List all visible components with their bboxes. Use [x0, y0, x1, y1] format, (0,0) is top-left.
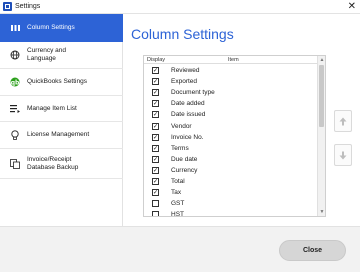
item-label: Total — [171, 178, 185, 185]
sidebar-item-column-settings[interactable]: Column Settings — [0, 14, 123, 42]
scroll-thumb[interactable] — [319, 65, 324, 127]
display-checkbox[interactable] — [152, 78, 159, 86]
sidebar-item-label: Currency and Language — [27, 47, 67, 62]
item-label: Document type — [171, 89, 215, 97]
sidebar: Column Settings Currency and Language qb… — [0, 14, 123, 226]
columns-icon — [10, 23, 20, 33]
table-row: Currency — [144, 165, 317, 176]
item-label: HST — [171, 211, 184, 217]
sidebar-item-quickbooks-settings[interactable]: qb QuickBooks Settings — [0, 69, 123, 96]
table-row: Invoice No. — [144, 132, 317, 143]
quickbooks-icon: qb — [10, 77, 20, 87]
column-table: Display Item Reviewed Exported Document ty… — [143, 55, 326, 217]
page-title: Column Settings — [131, 26, 234, 42]
table-row: Due date — [144, 154, 317, 165]
item-label: Vendor — [171, 122, 192, 130]
item-label: Due date — [171, 155, 198, 163]
table-row: Reviewed — [144, 65, 317, 76]
sidebar-item-label: Manage Item List — [27, 104, 77, 112]
display-checkbox[interactable] — [152, 166, 159, 174]
table-row: Total — [144, 176, 317, 187]
table-row: Vendor — [144, 121, 317, 132]
display-checkbox[interactable] — [152, 200, 159, 208]
table-row: Tax — [144, 187, 317, 198]
table-row: Date issued — [144, 109, 317, 120]
column-header-item: Item — [228, 57, 239, 63]
table-row: Exported — [144, 76, 317, 87]
database-icon — [10, 158, 20, 169]
move-down-button[interactable] — [334, 144, 352, 166]
item-label: Terms — [171, 144, 189, 152]
sidebar-item-label: License Management — [27, 131, 90, 138]
item-label: Invoice No. — [171, 133, 204, 141]
close-button[interactable]: Close — [279, 240, 346, 261]
globe-icon — [10, 50, 20, 60]
display-checkbox[interactable] — [152, 100, 159, 108]
license-icon — [10, 130, 20, 140]
sidebar-item-database-backup[interactable]: Invoice/Receipt Database Backup — [0, 149, 123, 179]
display-checkbox[interactable] — [152, 178, 159, 185]
sidebar-item-manage-item-list[interactable]: Manage Item List — [0, 96, 123, 122]
window-close-icon[interactable]: ✕ — [348, 1, 356, 12]
item-label: Currency — [171, 166, 198, 174]
sidebar-item-label: Invoice/Receipt Database Backup — [27, 155, 79, 171]
sidebar-item-currency-language[interactable]: Currency and Language — [0, 42, 123, 69]
table-row: Date added — [144, 98, 317, 109]
display-checkbox[interactable] — [152, 122, 159, 130]
scroll-up-icon[interactable]: ▲ — [319, 57, 325, 63]
table-row: HST — [144, 209, 317, 217]
display-checkbox[interactable] — [152, 67, 159, 74]
display-checkbox[interactable] — [152, 144, 159, 152]
table-row: GST — [144, 198, 317, 209]
app-icon — [3, 2, 12, 11]
column-header-display: Display — [147, 57, 166, 63]
table-row: Terms — [144, 143, 317, 154]
move-up-button[interactable] — [334, 110, 352, 132]
window-title: Settings — [15, 3, 41, 10]
item-label: Exported — [171, 78, 198, 86]
item-label: GST — [171, 200, 185, 208]
display-checkbox[interactable] — [152, 133, 159, 141]
svg-text:qb: qb — [11, 79, 20, 86]
title-bar: Settings ✕ — [0, 0, 360, 14]
display-checkbox[interactable] — [152, 155, 159, 163]
item-label: Reviewed — [171, 67, 200, 74]
sidebar-item-label: Column Settings — [27, 23, 75, 31]
arrow-up-icon — [339, 117, 347, 125]
list-icon — [10, 104, 20, 114]
item-label: Date added — [171, 100, 205, 108]
item-label: Tax — [171, 189, 182, 197]
table-header: Display Item — [144, 56, 317, 64]
display-checkbox[interactable] — [152, 111, 159, 119]
arrow-down-icon — [339, 151, 347, 159]
scroll-down-icon[interactable]: ▼ — [319, 209, 325, 215]
display-checkbox[interactable] — [152, 89, 159, 97]
sidebar-item-license-management[interactable]: License Management — [0, 122, 123, 149]
display-checkbox[interactable] — [152, 189, 159, 197]
display-checkbox[interactable] — [152, 211, 159, 216]
item-label: Date issued — [171, 111, 206, 119]
vertical-scrollbar[interactable]: ▲ ▼ — [317, 56, 325, 216]
sidebar-item-label: QuickBooks Settings — [27, 78, 87, 85]
table-row: Document type — [144, 87, 317, 98]
